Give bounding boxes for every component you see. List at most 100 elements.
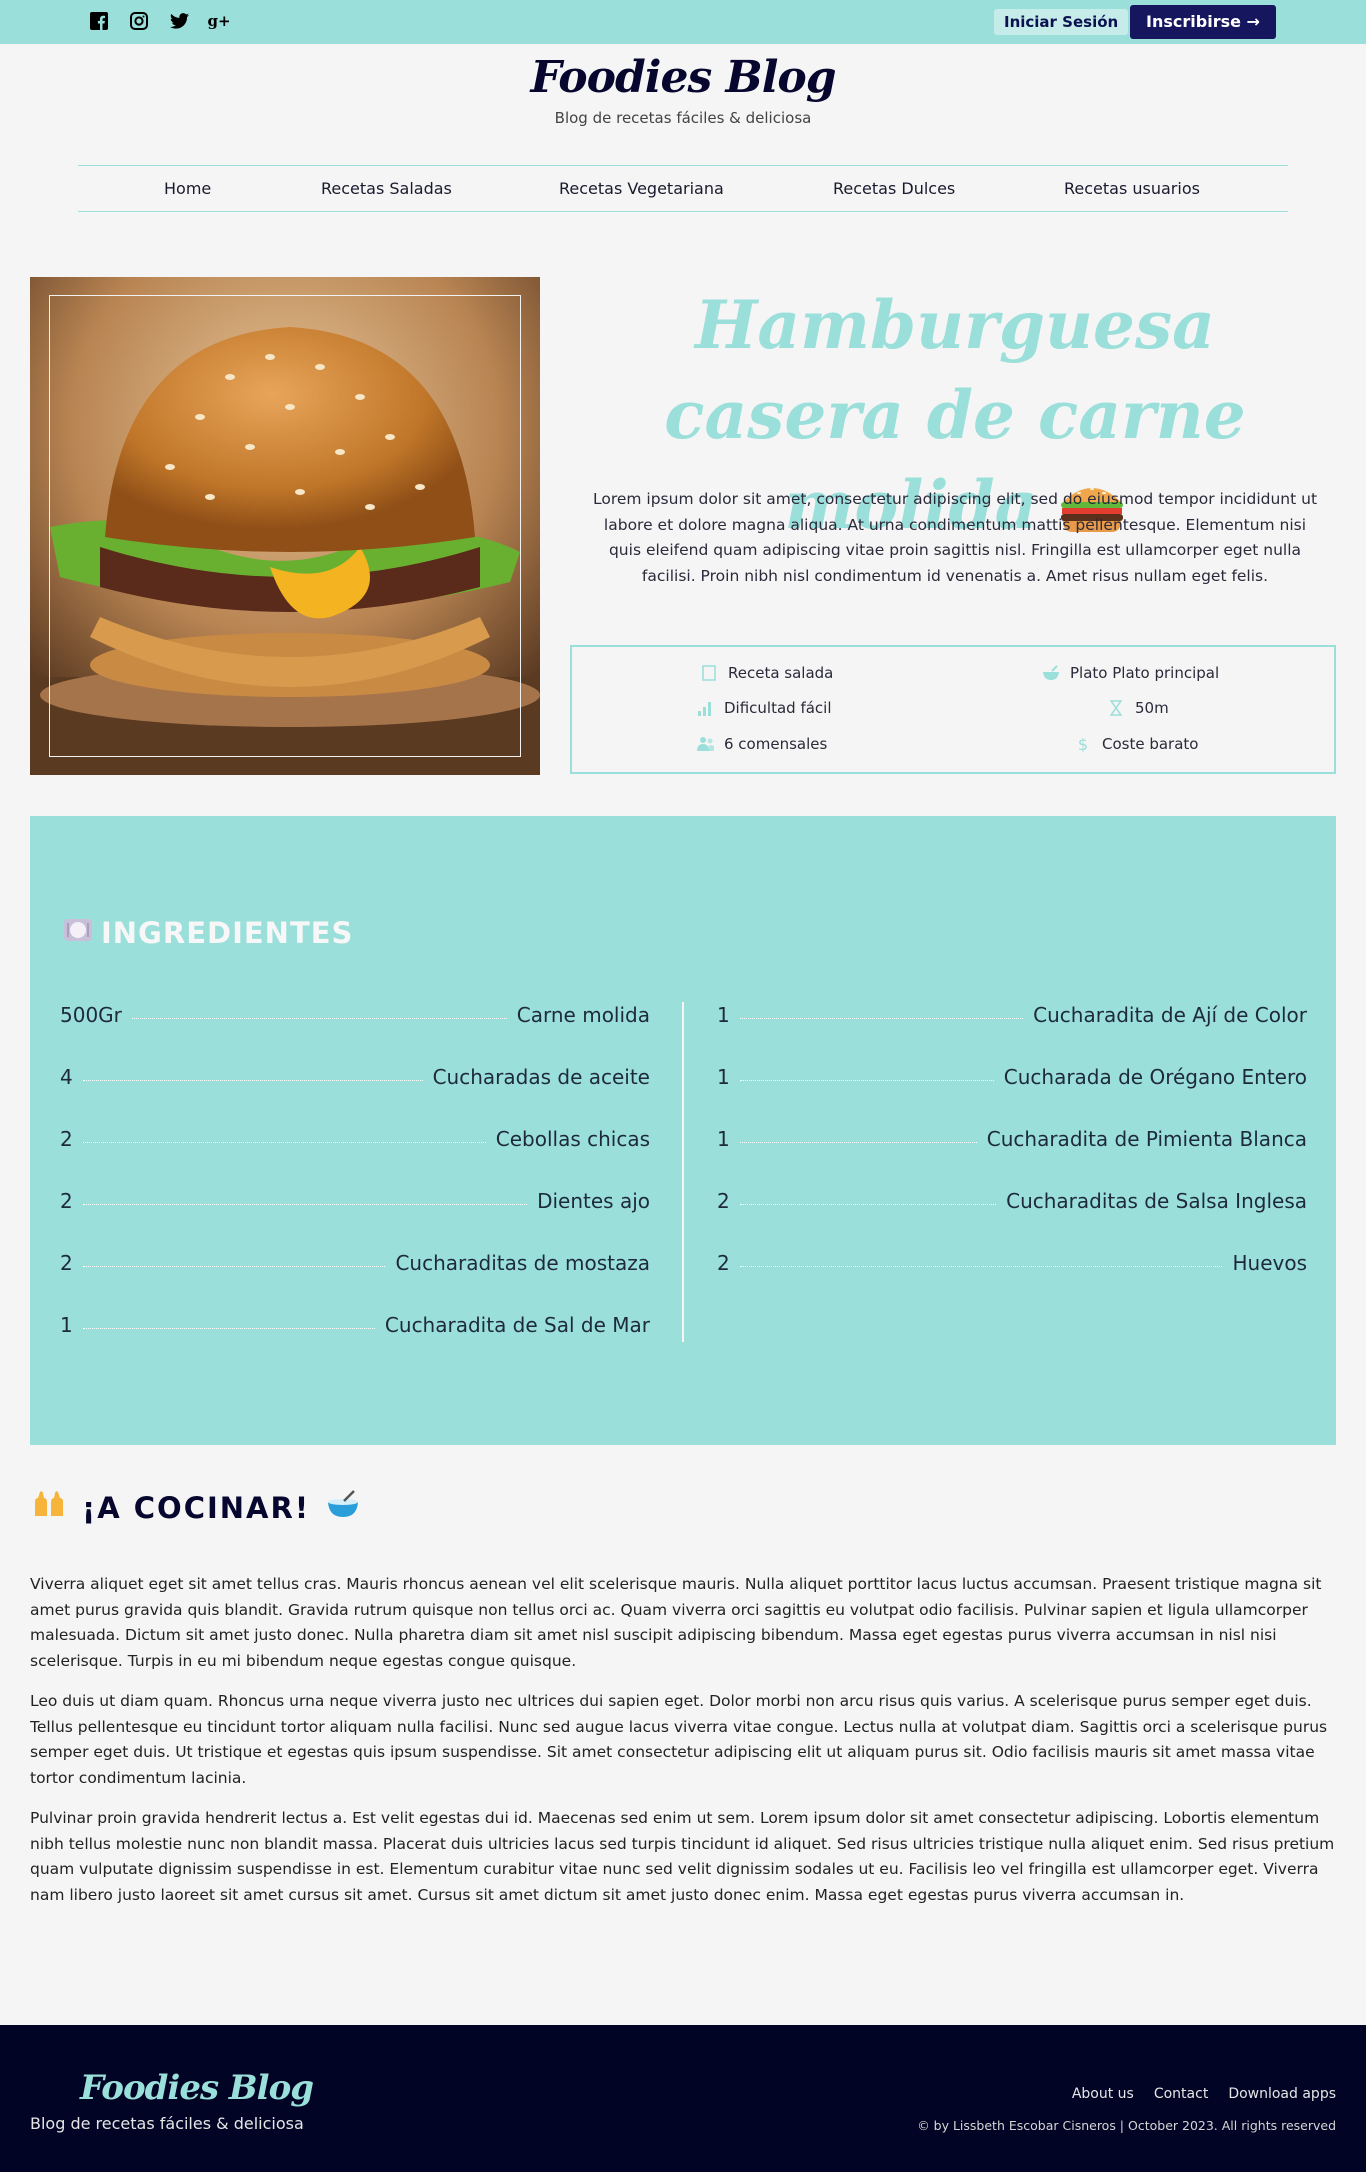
main-nav: Home Recetas Saladas Recetas Vegetariana… [78,165,1288,212]
ingredient-quantity: 2 [60,1251,73,1275]
ingredient-name: Cucharadita de Sal de Mar [384,1313,650,1337]
plate-icon [63,916,93,950]
footer-link-about[interactable]: About us [1072,2086,1134,2102]
raised-hands-icon [32,1490,66,1525]
dotted-leader [82,1141,486,1143]
recipe-photo [30,277,540,775]
ingredient-name: Cucharada de Orégano Entero [1003,1065,1307,1089]
ingredient-row: 2 Cebollas chicas [60,1108,650,1170]
ingredient-name: Cebollas chicas [495,1127,650,1151]
footer: Foodies Blog Blog de recetas fáciles & d… [0,2025,1366,2172]
ingredient-name: Huevos [1232,1251,1307,1275]
nav-item-home[interactable]: Home [164,179,211,198]
photo-frame [49,295,521,757]
info-course: Plato Plato principal [1042,664,1219,682]
ingredient-row: 2 Huevos [717,1232,1307,1294]
square-icon [700,664,718,682]
dotted-leader [739,1203,997,1205]
instruction-paragraph: Pulvinar proin gravida hendrerit lectus … [30,1809,1335,1904]
brand-header: Foodies Blog Blog de recetas fáciles & d… [0,52,1366,127]
ingredient-quantity: 4 [60,1065,73,1089]
facebook-icon[interactable] [88,10,110,32]
ingredient-row: 4 Cucharadas de aceite [60,1046,650,1108]
ingredient-name: Cucharadas de aceite [432,1065,650,1089]
ingredients-section: INGREDIENTES 500Gr Carne molida 4 Cucharada… [30,816,1336,1445]
info-recipe-type: Receta salada [700,664,833,682]
ingredients-divider [682,1002,684,1342]
ingredient-name: Cucharaditas de Salsa Inglesa [1006,1189,1307,1213]
nav-item-recetas-usuarios[interactable]: Recetas usuarios [1064,179,1200,198]
ingredient-name: Cucharaditas de mostaza [395,1251,650,1275]
ingredient-quantity: 2 [60,1127,73,1151]
footer-copyright: © by Lissbeth Escobar Cisneros | October… [917,2118,1336,2133]
dotted-leader [82,1079,423,1081]
users-icon [696,735,714,753]
ingredients-title-text: INGREDIENTES [101,916,354,950]
ingredient-row: 2 Dientes ajo [60,1170,650,1232]
ingredient-quantity: 1 [717,1065,730,1089]
top-bar: g+ Iniciar Sesión Inscribirse → [0,0,1366,44]
ingredient-name: Cucharadita de Ají de Color [1033,1003,1307,1027]
signup-button[interactable]: Inscribirse → [1130,5,1276,39]
instagram-icon[interactable] [128,10,150,32]
recipe-description: Lorem ipsum dolor sit amet, consectetur … [592,490,1318,585]
ingredient-quantity: 1 [717,1127,730,1151]
mixing-bowl-icon [326,1490,360,1525]
dotted-leader [82,1265,386,1267]
cooking-title-text: ¡A COCINAR! [82,1490,311,1525]
instruction-paragraph: Leo duis ut diam quam. Rhoncus urna nequ… [30,1692,1328,1787]
dotted-leader [82,1327,375,1329]
ingredients-title: INGREDIENTES [63,916,353,950]
info-servings-label: 6 comensales [724,735,828,753]
footer-link-download[interactable]: Download apps [1228,2086,1336,2102]
site-tagline: Blog de recetas fáciles & deliciosa [554,109,812,127]
info-servings: 6 comensales [696,735,827,753]
hourglass-icon [1107,699,1125,717]
info-course-label: Plato Plato principal [1070,664,1220,682]
ingredient-row: 1 Cucharada de Orégano Entero [717,1046,1307,1108]
dotted-leader [739,1265,1223,1267]
ingredient-quantity: 2 [717,1251,730,1275]
footer-links: About us Contact Download apps [1072,2086,1336,2102]
instruction-paragraph: Viverra aliquet eget sit amet tellus cra… [30,1575,1322,1670]
info-cost: $ Coste barato [1074,734,1199,754]
ingredient-row: 2 Cucharaditas de mostaza [60,1232,650,1294]
ingredient-name: Carne molida [516,1003,650,1027]
nav-item-recetas-vegetariana[interactable]: Recetas Vegetariana [559,179,724,198]
ingredient-quantity: 2 [717,1189,730,1213]
ingredient-quantity: 1 [60,1313,73,1337]
nav-item-recetas-saladas[interactable]: Recetas Saladas [321,179,452,198]
dotted-leader [739,1017,1024,1019]
nav-item-recetas-dulces[interactable]: Recetas Dulces [833,179,955,198]
dotted-leader [739,1079,994,1081]
dotted-leader [82,1203,528,1205]
site-logo[interactable]: Foodies Blog [0,52,1366,103]
ingredient-row: 1 Cucharadita de Ají de Color [717,984,1307,1046]
dotted-leader [739,1141,977,1143]
footer-link-contact[interactable]: Contact [1154,2086,1208,2102]
ingredient-row: 1 Cucharadita de Sal de Mar [60,1294,650,1356]
dotted-leader [131,1017,507,1019]
recipe-info-box: Receta salada Plato Plato principal Difi… [570,645,1336,774]
info-cost-label: Coste barato [1102,735,1199,753]
cooking-title: ¡A COCINAR! [32,1490,360,1525]
info-difficulty-label: Dificultad fácil [724,699,832,717]
login-button[interactable]: Iniciar Sesión [994,9,1129,35]
ingredient-name: Cucharadita de Pimienta Blanca [986,1127,1307,1151]
dollar-icon: $ [1077,734,1089,754]
ingredients-list-right: 1 Cucharadita de Ají de Color 1 Cucharada d… [717,984,1307,1294]
footer-logo[interactable]: Foodies Blog [80,2068,314,2108]
ingredient-quantity: 1 [717,1003,730,1027]
info-difficulty: Dificultad fácil [696,699,832,717]
bar-chart-icon [696,699,714,717]
ingredient-name: Dientes ajo [537,1189,650,1213]
info-time-label: 50m [1135,699,1169,717]
ingredient-row: 2 Cucharaditas de Salsa Inglesa [717,1170,1307,1232]
info-time: 50m [1107,699,1169,717]
google-plus-icon[interactable]: g+ [207,10,230,32]
social-links: g+ [88,10,231,32]
twitter-icon[interactable] [168,10,190,32]
bowl-icon [1042,664,1060,682]
ingredient-quantity: 2 [60,1189,73,1213]
ingredient-row: 500Gr Carne molida [60,984,650,1046]
